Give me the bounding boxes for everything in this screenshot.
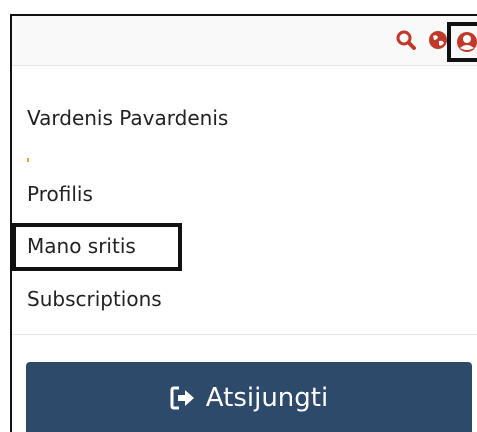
- top-bar: [12, 16, 477, 66]
- user-name: Vardenis Pavardenis: [27, 106, 229, 130]
- sign-out-icon: [170, 386, 196, 410]
- accent-mark: [27, 158, 29, 162]
- logout-button[interactable]: Atsijungti: [26, 362, 472, 432]
- search-icon[interactable]: [393, 27, 419, 53]
- user-icon[interactable]: [447, 22, 477, 62]
- user-dropdown-panel: Vardenis Pavardenis Profilis Mano sritis…: [10, 14, 477, 432]
- menu-item-my-area[interactable]: Mano sritis: [27, 234, 136, 258]
- logout-label: Atsijungti: [205, 383, 329, 413]
- menu-item-profile[interactable]: Profilis: [27, 182, 93, 206]
- menu-item-subscriptions[interactable]: Subscriptions: [27, 287, 162, 311]
- divider: [12, 334, 477, 335]
